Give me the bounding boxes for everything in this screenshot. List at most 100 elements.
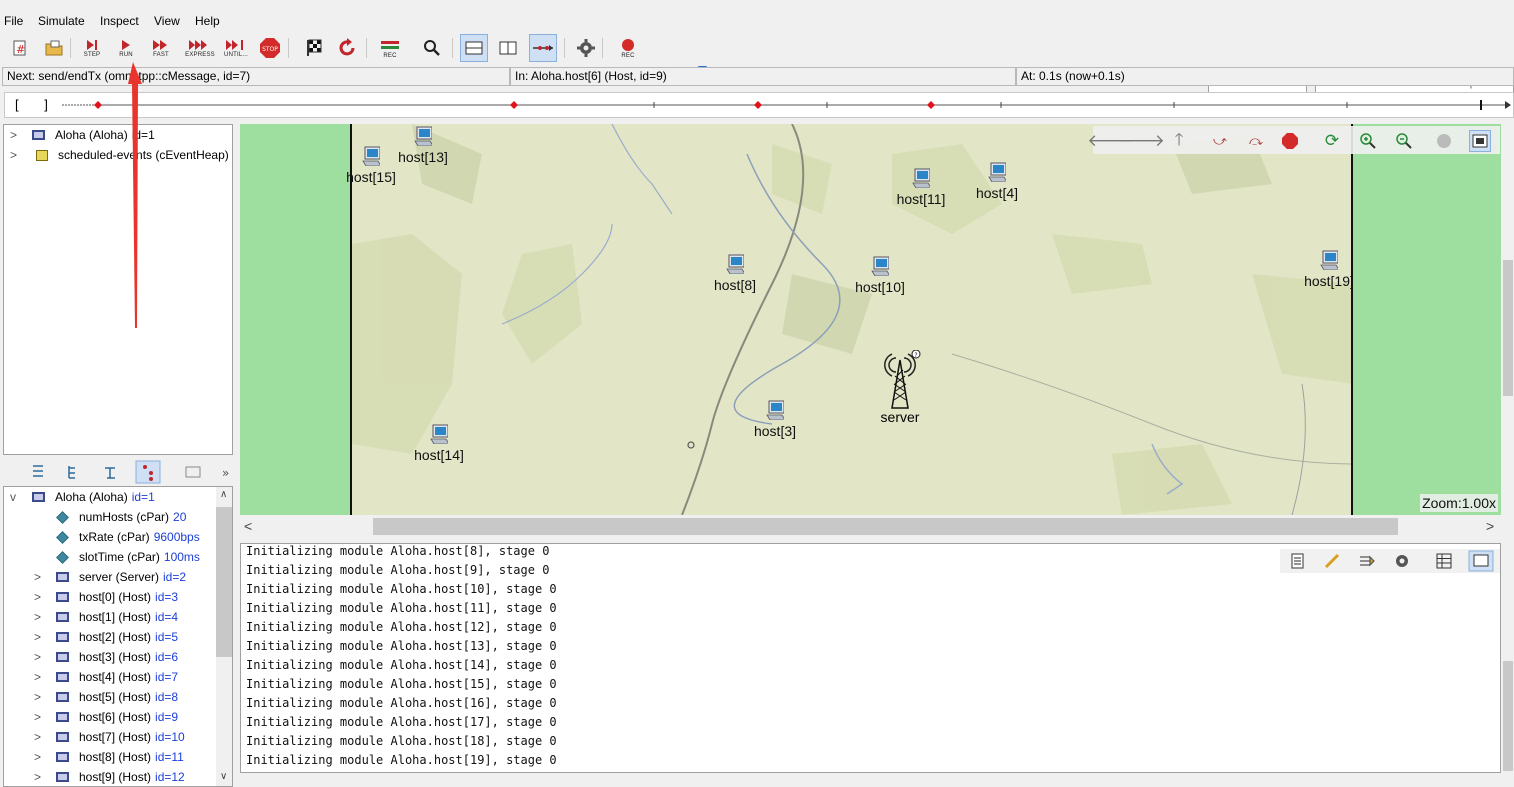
param-row[interactable]: slotTime (cPar) 100ms — [56, 547, 200, 567]
chevron-down-icon[interactable]: v — [10, 490, 24, 504]
network-canvas[interactable]: ? server Zoom:1.00x host[13] host[15] host… — [240, 124, 1501, 515]
rec-event-button[interactable]: REC — [376, 34, 404, 62]
stop-button[interactable]: STOP — [256, 34, 284, 62]
menu-help[interactable]: Help — [195, 14, 220, 28]
module-icon — [32, 130, 45, 140]
fast-run-button[interactable]: FAST — [147, 34, 175, 62]
gear-icon — [577, 39, 595, 57]
server-node[interactable]: ? server — [862, 349, 938, 425]
scroll-right-icon[interactable]: > — [1486, 518, 1494, 534]
submodule-row[interactable]: > server (Server) id=2 — [34, 567, 186, 587]
props-root-aloha[interactable]: v Aloha (Aloha) id=1 — [10, 487, 155, 507]
scroll-up-icon[interactable]: ∧ — [220, 489, 227, 500]
param-row[interactable]: txRate (cPar) 9600bps — [56, 527, 200, 547]
back-arrow-icon[interactable]: 🡐 — [1087, 130, 1133, 152]
timeline-toggle-button[interactable] — [529, 34, 557, 62]
chevron-right-icon[interactable]: > — [34, 750, 48, 764]
submodule-row[interactable]: > host[5] (Host) id=8 — [34, 687, 178, 707]
submodule-row[interactable]: > host[7] (Host) id=10 — [34, 727, 185, 747]
host-node[interactable]: host[14] — [404, 424, 474, 463]
scroll-thumb[interactable] — [216, 507, 232, 657]
load-config-button[interactable] — [40, 34, 68, 62]
scroll-down-icon[interactable]: ∨ — [220, 771, 227, 782]
chevron-right-icon[interactable]: > — [34, 710, 48, 724]
express-run-button[interactable]: EXPRESS — [185, 34, 215, 62]
chevron-right-icon[interactable]: > — [34, 670, 48, 684]
svg-text:STOP: STOP — [262, 46, 278, 53]
submodule-row[interactable]: > host[9] (Host) id=12 — [34, 767, 185, 786]
menu-simulate[interactable]: Simulate — [38, 14, 85, 28]
canvas-mode-icon[interactable] — [1469, 130, 1491, 152]
properties-scrollbar[interactable]: ∧ ∨ — [216, 487, 232, 786]
object-tree: > Aloha (Aloha) id=1 > scheduled-events (… — [3, 124, 233, 455]
module-icon — [56, 612, 69, 622]
find-button[interactable] — [418, 34, 446, 62]
submodule-row[interactable]: > host[3] (Host) id=6 — [34, 647, 178, 667]
computer-icon — [362, 146, 382, 167]
log-horizontal-scrollbar[interactable] — [240, 773, 1501, 787]
host-node[interactable]: host[19] — [1294, 250, 1364, 289]
menu-view[interactable]: View — [154, 14, 180, 28]
run-until-button[interactable]: UNTIL... — [222, 34, 250, 62]
log-vertical-scrollbar[interactable] — [1501, 543, 1514, 787]
refresh-icon[interactable]: ⟳ — [1321, 130, 1343, 152]
param-row[interactable]: numHosts (cPar) 20 — [56, 507, 186, 527]
record-video-button[interactable]: REC — [614, 34, 642, 62]
step-button[interactable]: STEP — [78, 34, 106, 62]
menu-inspect[interactable]: Inspect — [100, 14, 139, 28]
submodule-row[interactable]: > host[4] (Host) id=7 — [34, 667, 178, 687]
step-animation-icon[interactable]: ⤻ — [1209, 130, 1231, 152]
chevron-right-icon[interactable]: > — [10, 148, 24, 162]
submodule-row[interactable]: > host[0] (Host) id=3 — [34, 587, 178, 607]
chevron-right-icon[interactable]: > — [34, 650, 48, 664]
run-button[interactable]: RUN — [112, 34, 140, 62]
up-arrow-icon[interactable]: 🡑 — [1168, 130, 1190, 152]
canvas-vertical-scrollbar[interactable] — [1501, 124, 1514, 515]
host-node[interactable]: host[8] — [700, 254, 770, 293]
stop-animation-icon[interactable] — [1279, 130, 1301, 152]
chevron-right-icon[interactable]: > — [34, 570, 48, 584]
preferences-button[interactable] — [572, 34, 600, 62]
tree-item-scheduled-events[interactable]: > scheduled-events (cEventHeap) — [10, 145, 229, 165]
submodule-row[interactable]: > host[2] (Host) id=5 — [34, 627, 178, 647]
zoom-out-icon[interactable] — [1393, 130, 1415, 152]
host-node[interactable]: host[10] — [845, 256, 915, 295]
submodule-row[interactable]: > host[1] (Host) id=4 — [34, 607, 178, 627]
zoom-in-icon[interactable] — [1357, 130, 1379, 152]
run-icon — [122, 39, 130, 50]
chevron-right-icon[interactable]: > — [34, 690, 48, 704]
new-run-button[interactable]: # — [6, 34, 34, 62]
chevron-right-icon[interactable]: > — [34, 610, 48, 624]
canvas-horizontal-scrollbar[interactable]: < > — [240, 516, 1501, 537]
scroll-left-icon[interactable]: < — [244, 518, 252, 534]
chevron-right-icon[interactable]: > — [34, 730, 48, 744]
layout-icon[interactable] — [1433, 130, 1455, 152]
time-status: At: 0.1s (now+0.1s) — [1016, 67, 1514, 86]
search-icon — [424, 40, 440, 56]
submodule-row[interactable]: > host[6] (Host) id=9 — [34, 707, 178, 727]
chevron-right-icon[interactable]: > — [34, 590, 48, 604]
finish-button[interactable] — [300, 34, 328, 62]
layout-horizontal-button[interactable] — [460, 34, 488, 62]
host-node[interactable]: host[11] — [886, 168, 956, 207]
menu-file[interactable]: File — [4, 14, 23, 28]
rebuild-network-button[interactable] — [334, 34, 362, 62]
host-label: host[3] — [753, 423, 797, 439]
log-viewer[interactable]: Initializing module Aloha.host[8], stage… — [240, 543, 1501, 773]
host-label: host[11] — [896, 191, 946, 207]
submodule-row[interactable]: > host[8] (Host) id=11 — [34, 747, 184, 767]
fast-animation-icon[interactable]: ⤼ — [1245, 130, 1267, 152]
module-icon — [56, 572, 69, 582]
host-node[interactable]: host[3] — [740, 400, 810, 439]
chevron-right-icon[interactable]: > — [10, 128, 24, 142]
scroll-thumb[interactable] — [373, 518, 1398, 535]
layout-vertical-button[interactable] — [494, 34, 522, 62]
chevron-right-icon[interactable]: > — [34, 630, 48, 644]
chevron-right-icon[interactable]: > — [34, 770, 48, 784]
timeline[interactable]: [ ] — [4, 92, 1514, 118]
host-node[interactable]: host[4] — [962, 162, 1032, 201]
forward-arrow-icon[interactable]: 🡒 — [1119, 130, 1165, 152]
antenna-icon: ? — [884, 349, 921, 409]
host-node[interactable]: host[15] — [336, 146, 406, 185]
computer-icon — [766, 400, 786, 421]
